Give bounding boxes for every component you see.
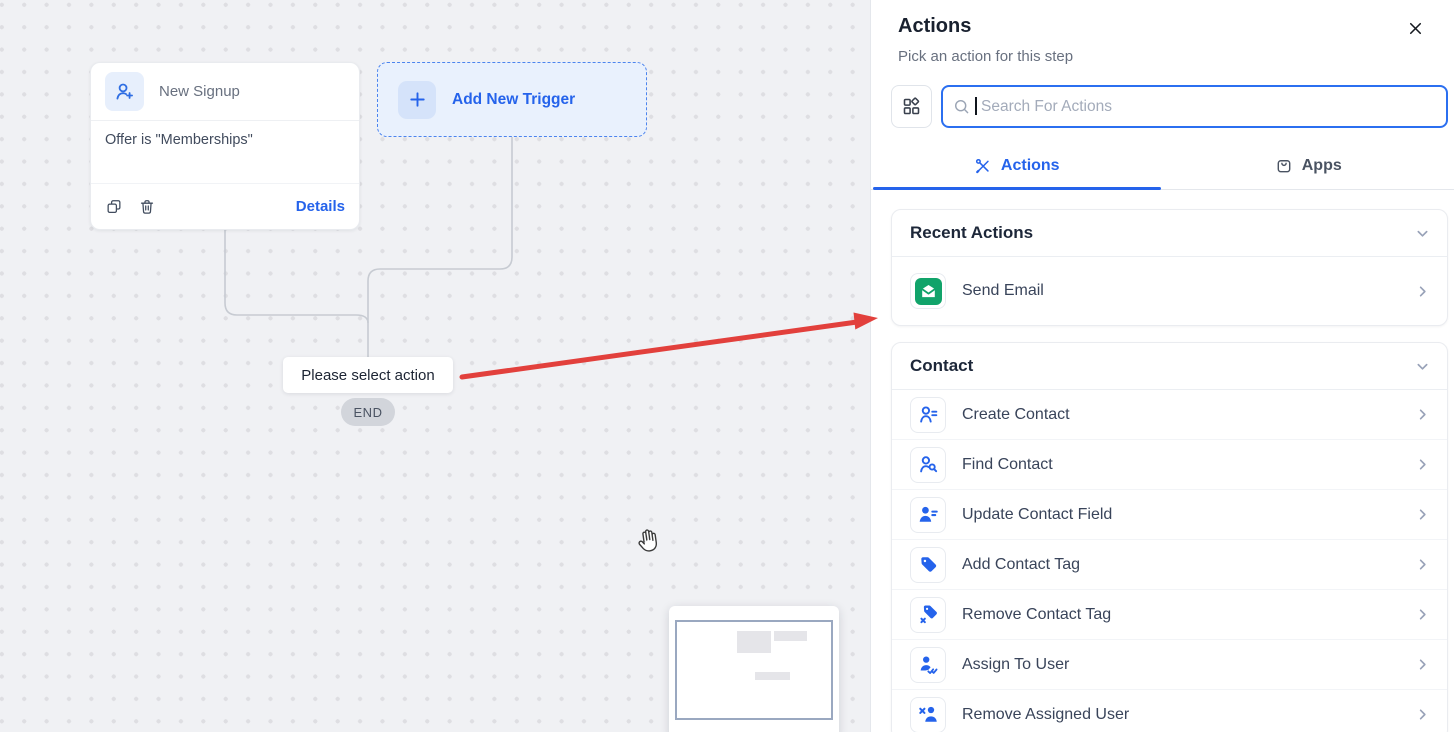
action-item-assign-to-user[interactable]: Assign To User xyxy=(892,640,1447,690)
chevron-right-icon xyxy=(1416,508,1429,521)
add-new-trigger-button[interactable]: Add New Trigger xyxy=(377,62,647,137)
action-item-label: Assign To User xyxy=(962,655,1070,673)
action-item-label: Update Contact Field xyxy=(962,505,1113,523)
search-input[interactable] xyxy=(941,85,1448,128)
minimap-node xyxy=(755,672,790,680)
action-item-label: Remove Assigned User xyxy=(962,705,1130,723)
search-icon xyxy=(955,100,969,114)
create-contact-icon xyxy=(910,396,946,433)
chevron-down-icon xyxy=(1416,360,1429,373)
grab-cursor-icon xyxy=(638,529,658,552)
action-item-create-contact[interactable]: Create Contact xyxy=(892,390,1447,440)
minimap-node xyxy=(737,631,771,653)
minimap-viewport xyxy=(675,620,833,720)
add-contact-tag-icon xyxy=(910,546,946,583)
action-item-update-contact-field[interactable]: Update Contact Field xyxy=(892,490,1447,540)
tab-actions-label: Actions xyxy=(1000,156,1060,174)
section-header[interactable]: Recent Actions xyxy=(892,210,1447,256)
plus-icon xyxy=(398,80,436,119)
add-new-trigger-label: Add New Trigger xyxy=(452,90,576,108)
actions-panel: Actions Pick an action for this step Sea… xyxy=(870,0,1454,732)
chevron-right-icon xyxy=(1416,658,1429,671)
panel-tabs: Actions Apps xyxy=(871,142,1454,190)
duplicate-icon[interactable] xyxy=(105,198,123,216)
action-item-label: Remove Contact Tag xyxy=(962,605,1112,623)
section-title: Recent Actions xyxy=(910,223,1034,242)
trigger-filter-text: Offer is "Memberships" xyxy=(105,132,253,148)
section-header[interactable]: Contact xyxy=(892,343,1447,389)
chevron-right-icon xyxy=(1416,408,1429,421)
close-icon[interactable] xyxy=(1403,16,1428,41)
browse-categories-button[interactable] xyxy=(891,85,932,128)
grid-diamond-icon xyxy=(903,97,920,115)
apps-bag-icon xyxy=(1277,159,1291,172)
end-node: END xyxy=(341,398,395,426)
trigger-card-header: New Signup xyxy=(91,63,359,121)
trigger-node-card[interactable]: New Signup Offer is "Memberships" Detail… xyxy=(90,62,360,230)
text-caret xyxy=(975,97,977,115)
chevron-right-icon xyxy=(1416,708,1429,721)
chevron-right-icon xyxy=(1416,558,1429,571)
delete-icon[interactable] xyxy=(138,198,156,216)
remove-contact-tag-icon xyxy=(910,596,946,633)
details-link[interactable]: Details xyxy=(296,198,345,215)
action-item-send-email[interactable]: Send Email xyxy=(892,257,1447,325)
action-section-recent-actions: Recent Actions Send Email xyxy=(891,209,1448,326)
tools-icon xyxy=(975,158,989,173)
remove-assigned-user-icon xyxy=(910,696,946,732)
tab-apps[interactable]: Apps xyxy=(1163,142,1454,189)
trigger-title: New Signup xyxy=(159,83,240,100)
action-item-find-contact[interactable]: Find Contact xyxy=(892,440,1447,490)
action-item-remove-assigned-user[interactable]: Remove Assigned User xyxy=(892,690,1447,732)
send-email-icon xyxy=(910,273,946,309)
user-plus-icon xyxy=(105,72,144,111)
update-contact-field-icon xyxy=(910,496,946,533)
chevron-right-icon xyxy=(1416,458,1429,471)
action-item-remove-contact-tag[interactable]: Remove Contact Tag xyxy=(892,590,1447,640)
panel-title: Actions xyxy=(898,15,972,37)
chevron-right-icon xyxy=(1416,608,1429,621)
action-item-label: Find Contact xyxy=(962,455,1053,473)
tab-apps-label: Apps xyxy=(1301,156,1342,174)
action-item-label: Send Email xyxy=(962,282,1044,299)
workflow-canvas[interactable]: New Signup Offer is "Memberships" Detail… xyxy=(0,0,870,732)
action-section-contact: Contact Create Contact Find Contact Upda… xyxy=(891,342,1448,732)
action-item-label: Add Contact Tag xyxy=(962,555,1081,573)
send-email-icon xyxy=(914,277,942,305)
chevron-down-icon xyxy=(1416,227,1429,240)
please-select-action-label: Please select action xyxy=(283,357,453,393)
tab-actions[interactable]: Actions xyxy=(871,142,1163,190)
find-contact-icon xyxy=(910,446,946,483)
assign-to-user-icon xyxy=(910,646,946,683)
chevron-right-icon xyxy=(1416,285,1429,298)
minimap[interactable] xyxy=(669,606,839,732)
action-item-add-contact-tag[interactable]: Add Contact Tag xyxy=(892,540,1447,590)
minimap-node xyxy=(774,631,807,641)
action-item-label: Create Contact xyxy=(962,405,1070,423)
panel-subtitle: Pick an action for this step xyxy=(898,48,1074,65)
section-title: Contact xyxy=(910,356,974,375)
